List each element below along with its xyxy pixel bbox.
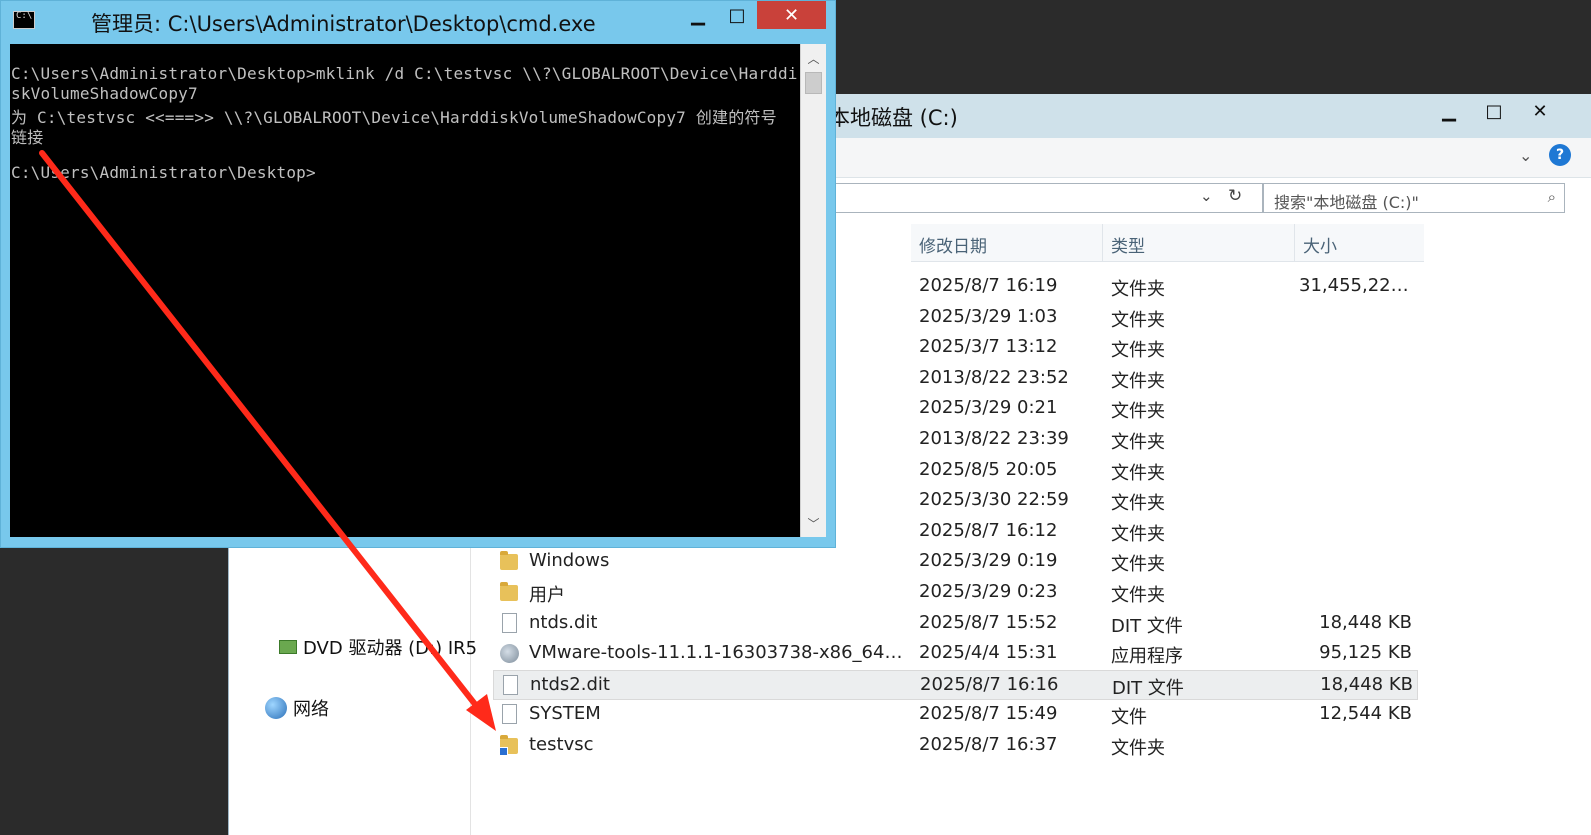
file-name: SYSTEM: [529, 703, 601, 725]
explorer-maximize-button[interactable]: □: [1471, 96, 1517, 126]
file-name: Windows: [529, 550, 610, 572]
file-date: 2025/8/7 15:52: [919, 611, 1058, 633]
explorer-minimize-button[interactable]: ▁: [1426, 96, 1472, 126]
column-type[interactable]: 类型: [1103, 224, 1295, 261]
file-size: 31,455,228...: [1299, 275, 1412, 296]
cmd-window: C:\ 管理员: C:\Users\Administrator\Desktop\…: [0, 0, 836, 548]
cmd-maximize-button[interactable]: □: [718, 1, 756, 29]
file-date: 2025/8/7 15:49: [919, 703, 1058, 725]
file-name: 用户: [529, 585, 565, 606]
file-name: ntds.dit: [529, 611, 598, 633]
search-placeholder: 搜索"本地磁盘 (C:)": [1274, 193, 1419, 212]
file-type: 文件夹: [1111, 554, 1165, 576]
console-line: C:\Users\Administrator\Desktop>: [11, 163, 316, 182]
network-icon: [265, 697, 287, 719]
file-date: 2025/8/7 16:16: [920, 673, 1059, 695]
cmd-minimize-button[interactable]: ▁: [679, 1, 717, 29]
file-name: VMware-tools-11.1.1-16303738-x86_64.e...: [529, 642, 904, 664]
file-size: 95,125 KB: [1319, 642, 1412, 664]
file-row[interactable]: testvsc 2025/8/7 16:37 文件夹: [493, 731, 1418, 761]
folder-icon: [499, 582, 521, 604]
file-size: 18,448 KB: [1319, 611, 1412, 633]
file-row[interactable]: 用户 2025/3/29 0:23 文件夹: [493, 578, 1418, 608]
console-icon[interactable]: C:\: [13, 11, 35, 29]
file-icon: [499, 704, 521, 726]
cmd-close-button[interactable]: ✕: [757, 1, 826, 29]
file-row[interactable]: ntds.dit 2025/8/7 15:52 DIT 文件 18,448 KB: [493, 609, 1418, 639]
explorer-close-button[interactable]: ✕: [1517, 96, 1563, 126]
file-type: 文件夹: [1111, 309, 1165, 331]
file-type: 文件夹: [1111, 340, 1165, 362]
file-type: 文件夹: [1111, 462, 1165, 484]
file-date: 2025/8/7 16:37: [919, 734, 1058, 755]
file-type: 文件夹: [1111, 523, 1165, 545]
file-icon: [500, 674, 522, 697]
console-line: skVolumeShadowCopy7: [11, 84, 198, 103]
file-size: 12,544 KB: [1319, 703, 1412, 725]
file-type: 文件夹: [1111, 493, 1165, 515]
file-row[interactable]: Windows 2025/3/29 0:19 文件夹: [493, 547, 1418, 577]
file-type: 文件夹: [1111, 432, 1165, 453]
file-date: 2013/8/22 23:39: [919, 428, 1069, 449]
file-type: 文件夹: [1111, 370, 1165, 392]
nav-item-network-label: 网络: [293, 699, 329, 720]
search-icon: ⌕: [1547, 188, 1556, 206]
file-type: DIT 文件: [1112, 677, 1184, 699]
file-icon: [499, 612, 521, 635]
file-type: 文件夹: [1111, 279, 1165, 300]
ribbon-expand-icon[interactable]: ⌄: [1519, 146, 1532, 165]
file-date: 2025/3/30 22:59: [919, 489, 1069, 511]
file-type: 文件夹: [1111, 738, 1165, 759]
file-date: 2025/8/7 16:19: [919, 275, 1058, 296]
column-headers: 修改日期 类型 大小: [911, 224, 1424, 262]
nav-item-network[interactable]: 网络: [265, 695, 329, 721]
scroll-up-icon[interactable]: ︿: [801, 45, 826, 71]
column-size[interactable]: 大小: [1295, 224, 1424, 261]
folder-link-icon: [499, 735, 521, 757]
file-date: 2013/8/22 23:52: [919, 366, 1069, 388]
refresh-icon[interactable]: ↻: [1228, 186, 1242, 206]
file-type: 文件: [1111, 707, 1147, 729]
scrollbar-thumb[interactable]: [805, 72, 822, 94]
file-row[interactable]: ntds2.dit 2025/8/7 16:16 DIT 文件 18,448 KB: [493, 669, 1418, 700]
console-line: 链接: [11, 128, 44, 147]
scroll-down-icon[interactable]: ﹀: [801, 510, 826, 536]
file-date: 2025/3/29 0:19: [919, 550, 1058, 572]
file-type: 文件夹: [1111, 585, 1165, 606]
address-dropdown-icon[interactable]: ⌄: [1200, 187, 1213, 205]
cmd-title: 管理员: C:\Users\Administrator\Desktop\cmd.…: [91, 12, 596, 36]
file-date: 2025/3/29 0:23: [919, 581, 1058, 602]
console-line: C:\Users\Administrator\Desktop>mklink /d…: [11, 64, 798, 83]
file-date: 2025/8/5 20:05: [919, 458, 1058, 480]
folder-icon: [499, 551, 521, 573]
file-row[interactable]: VMware-tools-11.1.1-16303738-x86_64.e...…: [493, 639, 1418, 669]
console-scrollbar[interactable]: ︿ ﹀: [800, 44, 826, 537]
file-type: DIT 文件: [1111, 615, 1183, 637]
nav-item-dvd-label: DVD 驱动器 (D:) IR5: [303, 638, 478, 659]
console-line: 为 C:\testvsc <<===>> \\?\GLOBALROOT\Devi…: [11, 108, 777, 127]
app-icon: [499, 643, 521, 665]
file-type: 文件夹: [1111, 401, 1165, 423]
file-type: 应用程序: [1111, 646, 1183, 668]
file-name: ntds2.dit: [530, 673, 610, 695]
file-date: 2025/3/29 0:21: [919, 397, 1058, 419]
desktop: 本地磁盘 (C:) ▁ □ ✕ ⌄ ? ⌄ ↻ 搜索"本地磁盘 (C:)" ⌕ …: [0, 0, 1591, 835]
file-date: 2025/8/7 16:12: [919, 519, 1058, 541]
file-date: 2025/4/4 15:31: [919, 642, 1058, 664]
file-date: 2025/3/29 1:03: [919, 305, 1058, 327]
console-output[interactable]: C:\Users\Administrator\Desktop>mklink /d…: [10, 44, 800, 537]
file-name: testvsc: [529, 734, 594, 755]
file-date: 2025/3/7 13:12: [919, 336, 1058, 358]
explorer-title: 本地磁盘 (C:): [829, 106, 958, 130]
column-date[interactable]: 修改日期: [911, 224, 1103, 261]
help-icon[interactable]: ?: [1549, 144, 1571, 166]
dvd-drive-icon: [279, 640, 297, 654]
file-size: 18,448 KB: [1320, 673, 1413, 695]
search-input[interactable]: 搜索"本地磁盘 (C:)" ⌕: [1263, 183, 1565, 213]
file-row[interactable]: SYSTEM 2025/8/7 15:49 文件 12,544 KB: [493, 700, 1418, 730]
nav-item-dvd[interactable]: DVD 驱动器 (D:) IR5: [279, 634, 477, 660]
